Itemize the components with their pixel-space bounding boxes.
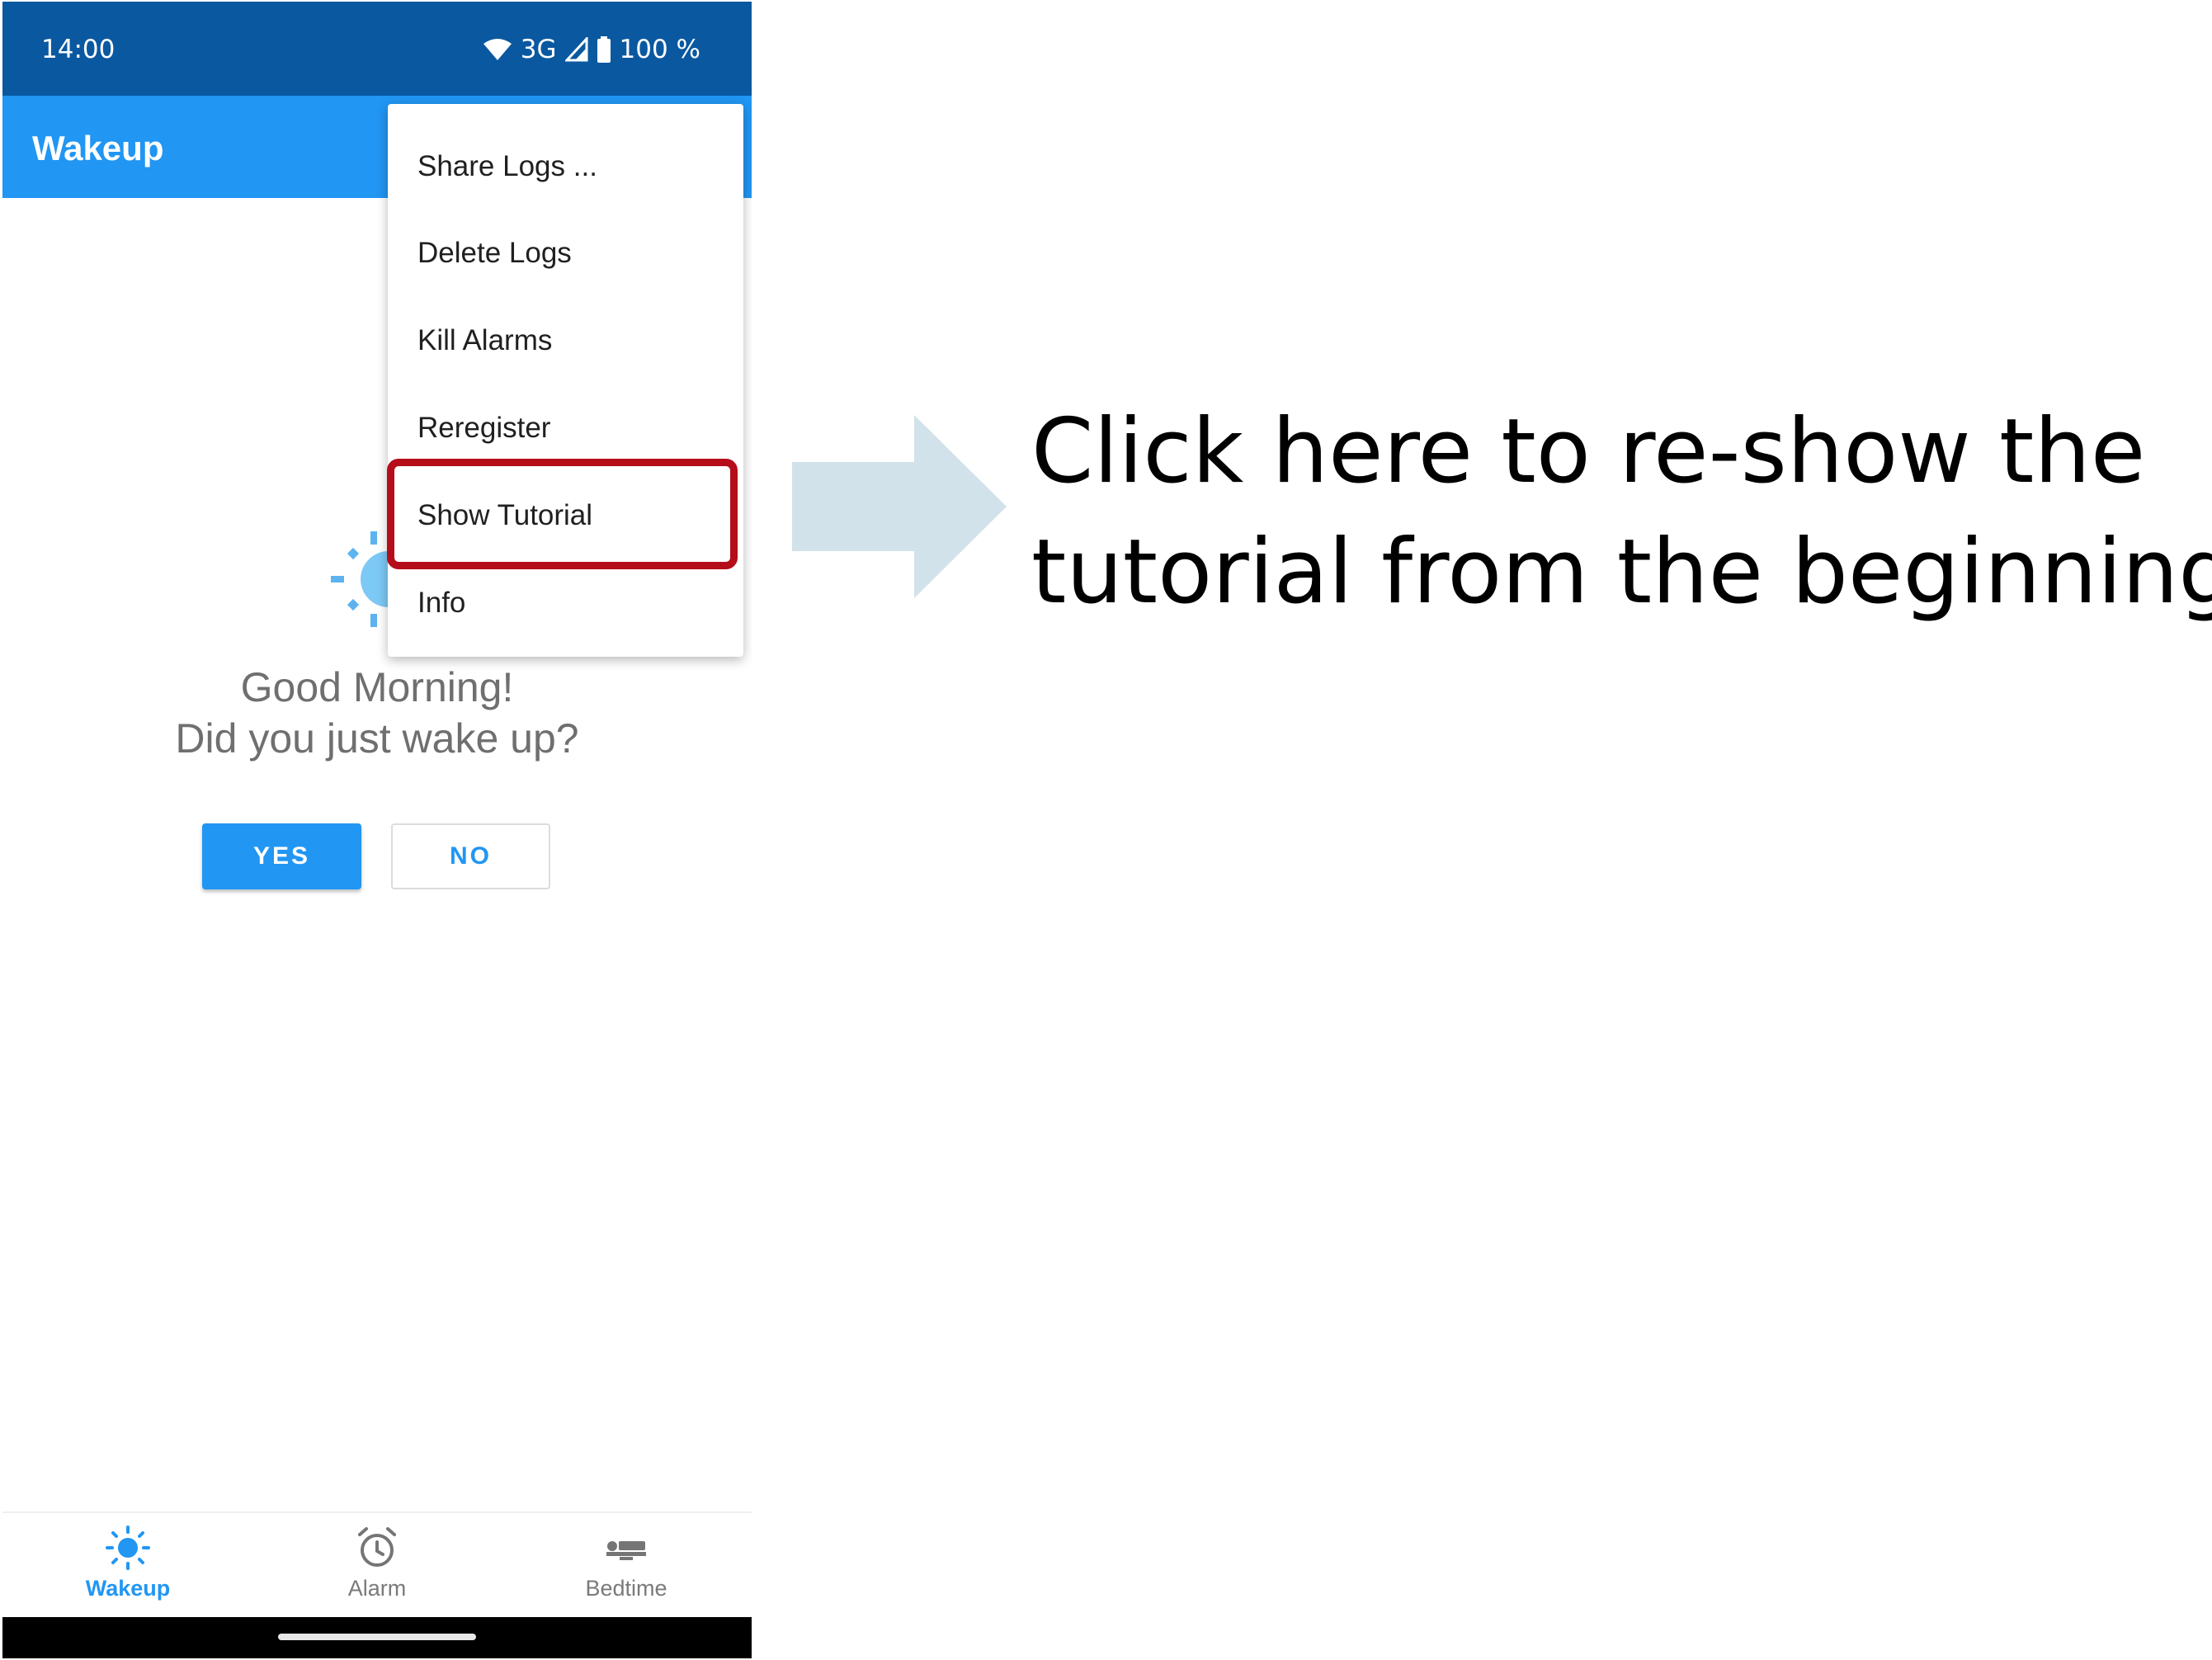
battery-icon (597, 36, 611, 63)
status-time: 14:00 (41, 35, 116, 64)
menu-item-info[interactable]: Info (417, 587, 465, 620)
system-nav-bar (2, 1617, 752, 1658)
highlight-box (387, 459, 738, 569)
nav-item-bedtime[interactable]: Bedtime (544, 1525, 709, 1601)
nav-item-alarm[interactable]: Alarm (295, 1525, 460, 1601)
yes-button[interactable]: YES (202, 823, 361, 889)
home-gesture-handle[interactable] (278, 1634, 476, 1640)
menu-item-delete-logs[interactable]: Delete Logs (417, 237, 572, 270)
sun-illustration-icon (331, 531, 390, 627)
annotation-line1: Click here to re-show the (1031, 400, 2146, 503)
bed-icon (606, 1541, 646, 1560)
menu-item-share-logs[interactable]: Share Logs ... (417, 150, 597, 183)
signal-icon (564, 37, 588, 62)
nav-item-wakeup[interactable]: Wakeup (45, 1525, 210, 1601)
bottom-nav: Wakeup Alarm Bedtime (2, 1511, 752, 1619)
menu-item-reregister[interactable]: Reregister (417, 412, 550, 445)
status-bar: 14:00 3G 100 % (2, 2, 752, 96)
nav-label-bedtime: Bedtime (585, 1576, 667, 1601)
sun-icon (106, 1526, 150, 1570)
network-type: 3G (520, 35, 557, 64)
menu-item-kill-alarms[interactable]: Kill Alarms (417, 324, 552, 357)
overflow-menu: Share Logs ... Delete Logs Kill Alarms R… (387, 104, 743, 657)
arrow-right-icon (792, 415, 1007, 598)
no-button[interactable]: NO (391, 823, 550, 889)
phone-screen: 14:00 3G 100 % Wakeup Good Morning! Did … (2, 2, 752, 1658)
annotation-text: Click here to re-show the tutorial from … (1031, 392, 2212, 633)
nav-label-alarm: Alarm (347, 1576, 407, 1601)
wifi-icon (483, 39, 512, 60)
nav-label-wakeup: Wakeup (85, 1576, 171, 1601)
greeting-line2: Did you just wake up? (175, 715, 579, 762)
annotation-line2: tutorial from the beginning (1031, 521, 2212, 624)
greeting-line1: Good Morning! (240, 664, 514, 710)
battery-level: 100 % (619, 35, 700, 64)
status-indicators: 3G 100 % (483, 33, 700, 66)
alarm-clock-icon (358, 1527, 396, 1567)
app-title: Wakeup (32, 129, 164, 167)
greeting-text: Good Morning! Did you just wake up? (2, 662, 752, 764)
